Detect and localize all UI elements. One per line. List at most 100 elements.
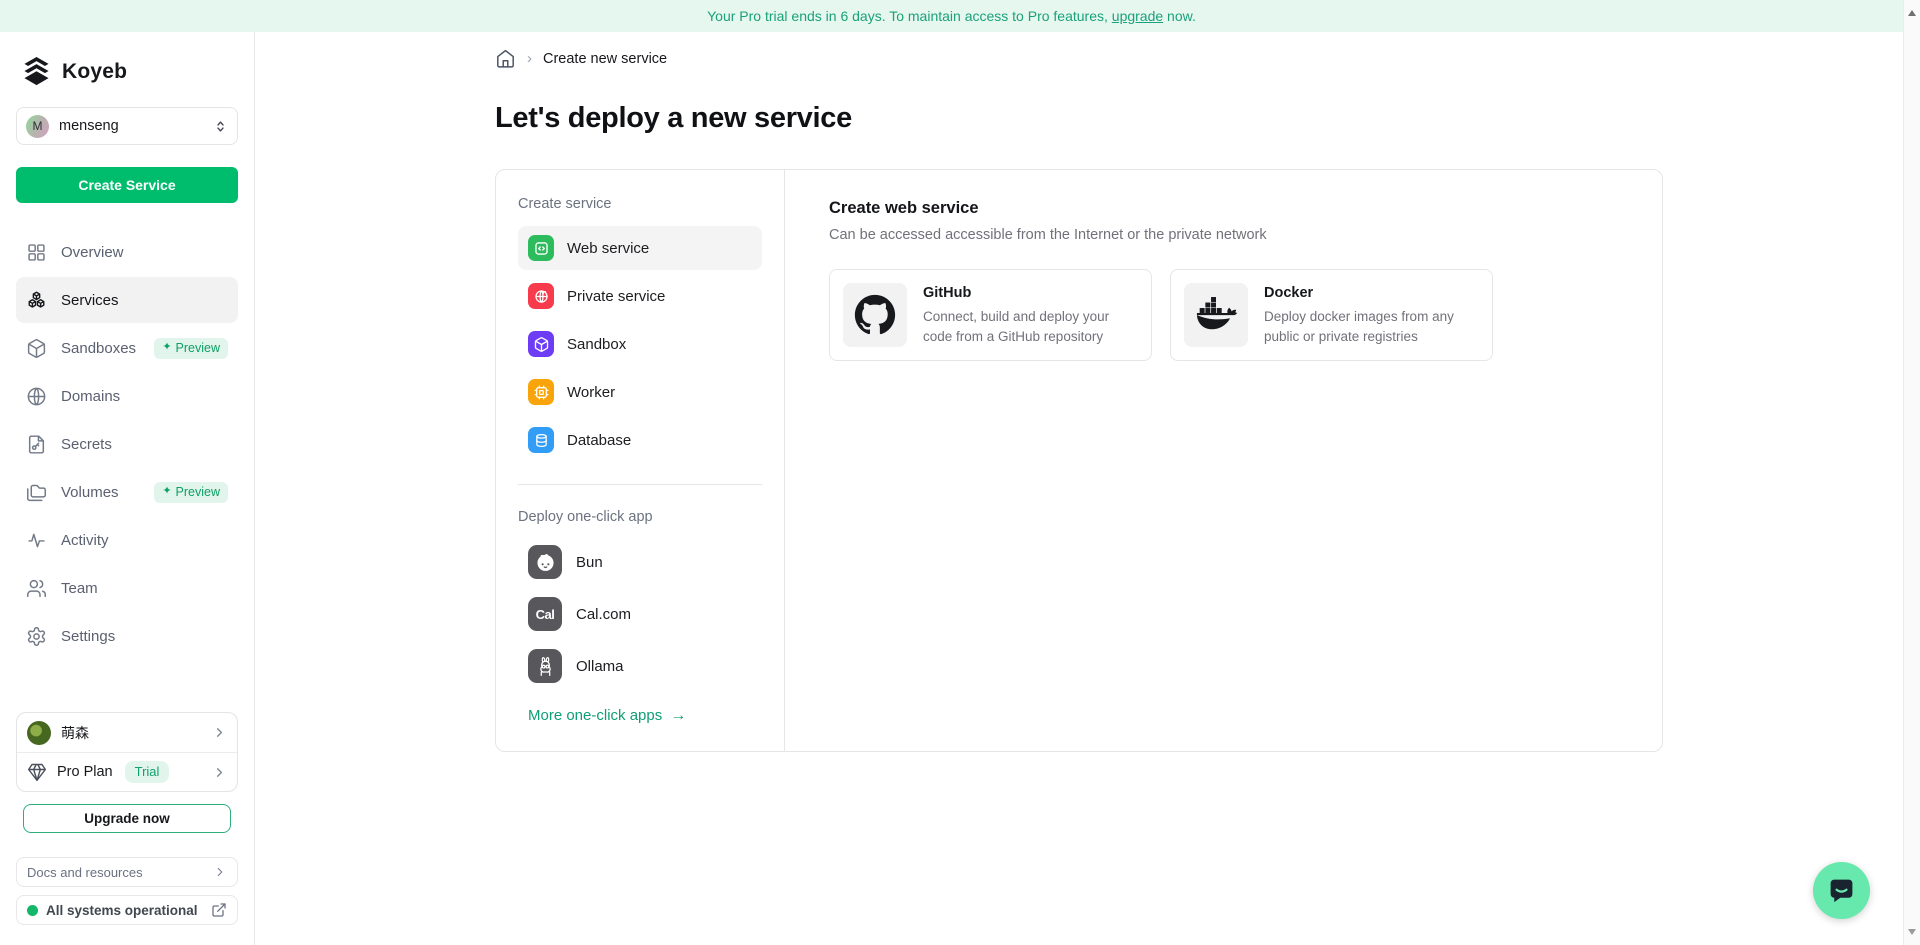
service-type-label: Web service: [567, 240, 649, 257]
one-click-heading: Deploy one-click app: [518, 509, 762, 525]
sidebar-item-label: Team: [61, 580, 98, 597]
sidebar-footer: 萌森 Pro Plan Trial Upgrade now Docs and r…: [16, 712, 238, 925]
sidebar-item-settings[interactable]: Settings: [16, 613, 238, 659]
service-type-worker[interactable]: Worker: [518, 370, 762, 414]
sidebar-item-label: Overview: [61, 244, 124, 261]
docker-icon: [1184, 283, 1248, 347]
private-service-icon: [528, 283, 554, 309]
service-type-label: Database: [567, 432, 631, 449]
service-type-sandbox[interactable]: Sandbox: [518, 322, 762, 366]
chevron-right-icon: [212, 725, 227, 740]
trial-banner-text-after: now.: [1163, 8, 1196, 24]
users-icon: [26, 578, 47, 599]
create-service-button[interactable]: Create Service: [16, 167, 238, 203]
panel-title: Create web service: [829, 199, 1618, 218]
more-one-click-apps-link[interactable]: More one-click apps →: [518, 707, 696, 724]
service-type-label: Private service: [567, 288, 665, 305]
gear-icon: [26, 626, 47, 647]
brand[interactable]: Koyeb: [16, 56, 238, 87]
service-type-label: Worker: [567, 384, 615, 401]
source-docker-card[interactable]: Docker Deploy docker images from any pub…: [1170, 269, 1493, 361]
sidebar-item-services[interactable]: Services: [16, 277, 238, 323]
one-click-list: Bun Cal Cal.com: [518, 541, 762, 687]
external-link-icon: [211, 902, 227, 918]
sparkle-icon: ✦: [162, 486, 171, 497]
select-updown-icon: [213, 119, 228, 134]
source-description: Connect, build and deploy your code from…: [923, 307, 1138, 346]
github-icon: [843, 283, 907, 347]
file-key-icon: [26, 434, 47, 455]
sparkle-icon: ✦: [162, 342, 171, 353]
sidebar-item-volumes[interactable]: Volumes ✦Preview: [16, 469, 238, 515]
sidebar-item-secrets[interactable]: Secrets: [16, 421, 238, 467]
account-box: 萌森 Pro Plan Trial: [16, 712, 238, 792]
web-service-icon: [528, 235, 554, 261]
sidebar-nav: Overview Services Sandboxes ✦Preview: [16, 229, 238, 659]
sidebar-item-sandboxes[interactable]: Sandboxes ✦Preview: [16, 325, 238, 371]
trial-banner: Your Pro trial ends in 6 days. To mainta…: [0, 0, 1903, 32]
sidebar-item-label: Activity: [61, 532, 109, 549]
scroll-up-arrow-icon[interactable]: [1908, 10, 1916, 16]
bun-icon: [528, 545, 562, 579]
chat-widget-button[interactable]: [1813, 862, 1870, 919]
sidebar-item-label: Volumes: [61, 484, 119, 501]
breadcrumb-current: Create new service: [543, 51, 667, 67]
main-area: › Create new service Let's deploy a new …: [255, 32, 1903, 945]
sidebar-item-team[interactable]: Team: [16, 565, 238, 611]
chevron-right-icon: [212, 765, 227, 780]
user-menu-row[interactable]: 萌森: [17, 713, 237, 752]
one-click-bun[interactable]: Bun: [518, 541, 762, 583]
home-icon[interactable]: [495, 48, 516, 69]
source-description: Deploy docker images from any public or …: [1264, 307, 1479, 346]
source-title: GitHub: [923, 285, 1138, 301]
org-name: menseng: [59, 118, 119, 134]
sandbox-icon: [528, 331, 554, 357]
source-github-card[interactable]: GitHub Connect, build and deploy your co…: [829, 269, 1152, 361]
scroll-down-arrow-icon[interactable]: [1908, 929, 1916, 935]
service-type-private[interactable]: Private service: [518, 274, 762, 318]
docs-label: Docs and resources: [27, 865, 143, 880]
database-icon: [528, 427, 554, 453]
calcom-icon: Cal: [528, 597, 562, 631]
upgrade-link[interactable]: upgrade: [1112, 8, 1163, 24]
sidebar-item-label: Secrets: [61, 436, 112, 453]
deployment-sources: GitHub Connect, build and deploy your co…: [829, 269, 1618, 361]
sidebar-item-overview[interactable]: Overview: [16, 229, 238, 275]
grid-icon: [26, 242, 47, 263]
service-type-label: Sandbox: [567, 336, 626, 353]
upgrade-now-button[interactable]: Upgrade now: [23, 804, 231, 833]
one-click-calcom[interactable]: Cal Cal.com: [518, 593, 762, 635]
create-service-heading: Create service: [518, 196, 762, 212]
sidebar-item-label: Services: [61, 292, 119, 309]
sidebar-item-label: Settings: [61, 628, 115, 645]
service-type-database[interactable]: Database: [518, 418, 762, 462]
status-label: All systems operational: [46, 903, 198, 918]
sidebar-item-activity[interactable]: Activity: [16, 517, 238, 563]
system-status[interactable]: All systems operational: [16, 895, 238, 925]
gem-icon: [27, 762, 47, 782]
source-title: Docker: [1264, 285, 1479, 301]
worker-icon: [528, 379, 554, 405]
app-frame: Koyeb M menseng Create Service Overview: [0, 32, 1903, 945]
breadcrumb-separator-icon: ›: [527, 50, 532, 67]
one-click-ollama[interactable]: Ollama: [518, 645, 762, 687]
page-scrollbar[interactable]: [1903, 0, 1920, 945]
panel-subtitle: Can be accessed accessible from the Inte…: [829, 227, 1618, 243]
org-select[interactable]: M menseng: [16, 107, 238, 145]
service-type-web[interactable]: Web service: [518, 226, 762, 270]
trial-badge: Trial: [125, 761, 170, 783]
folders-icon: [26, 482, 47, 503]
cubes-icon: [26, 290, 47, 311]
plan-row[interactable]: Pro Plan Trial: [17, 752, 237, 791]
service-type-column: Create service Web service: [496, 170, 785, 751]
page-title: Let's deploy a new service: [495, 102, 1663, 135]
org-avatar: M: [26, 115, 49, 138]
box-icon: [26, 338, 47, 359]
sidebar-item-label: Domains: [61, 388, 120, 405]
ollama-icon: [528, 649, 562, 683]
chat-bubble-icon: [1827, 876, 1856, 905]
docs-resources[interactable]: Docs and resources: [16, 857, 238, 887]
preview-badge: ✦Preview: [154, 482, 228, 503]
sidebar-item-domains[interactable]: Domains: [16, 373, 238, 419]
one-click-label: Bun: [576, 554, 603, 571]
